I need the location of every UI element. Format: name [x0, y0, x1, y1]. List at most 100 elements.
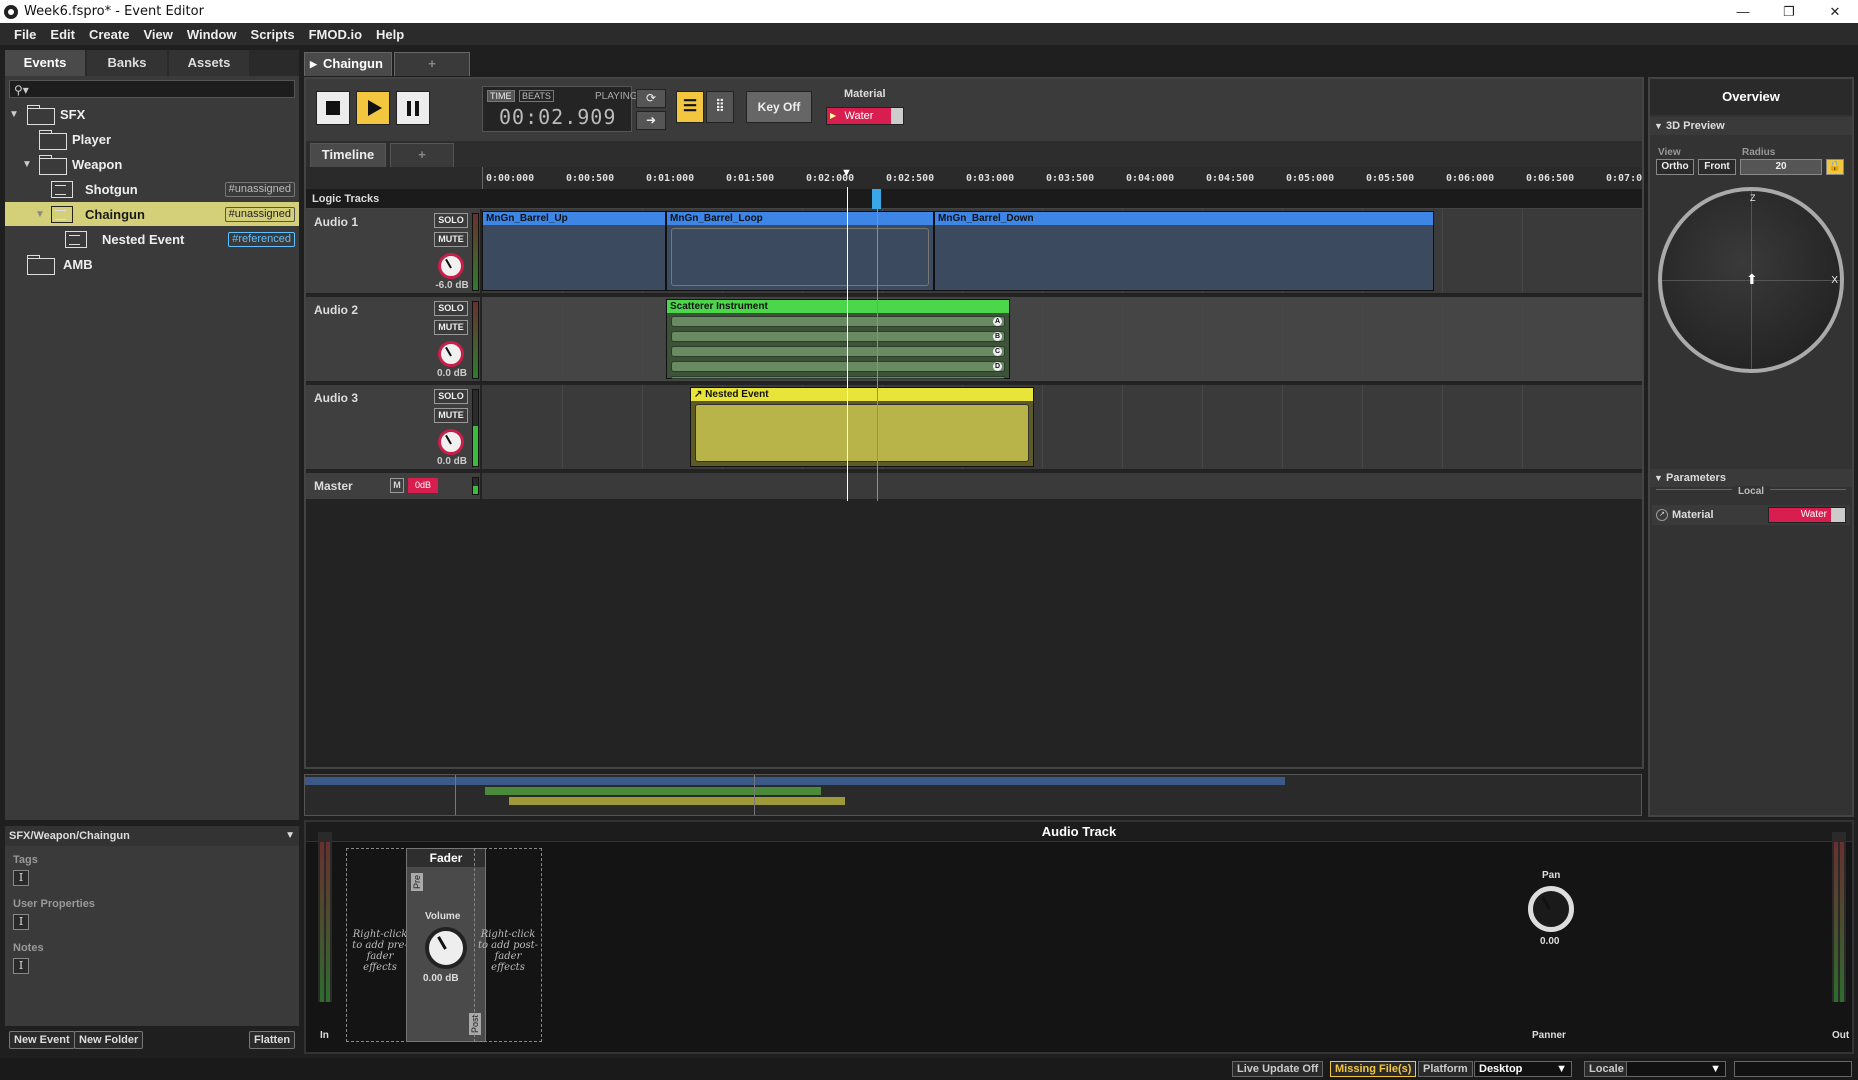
pause-button[interactable]	[396, 91, 430, 125]
tree-item-sfx[interactable]: ▼ SFX	[5, 102, 299, 126]
volume-knob[interactable]	[438, 253, 464, 279]
beats-mode-button[interactable]: BEATS	[519, 90, 554, 102]
new-folder-button[interactable]: New Folder	[74, 1031, 144, 1049]
region-nested-event[interactable]: ↗ Nested Event	[690, 387, 1034, 467]
search-input[interactable]: ⚲▾	[9, 80, 295, 98]
mute-button[interactable]: MUTE	[434, 408, 468, 423]
parameter-row-material[interactable]: ↗ Material Water	[1652, 505, 1850, 525]
missing-files-button[interactable]: Missing File(s)	[1330, 1061, 1417, 1077]
list-view-icon[interactable]: ☰	[676, 91, 704, 123]
expand-triangle-icon[interactable]: ▼	[35, 209, 45, 220]
parameter-slider[interactable]: Water	[1768, 507, 1846, 523]
track-header-audio-1[interactable]: Audio 1 SOLO MUTE -6.0 dB	[306, 209, 480, 295]
notes-edit-icon[interactable]: I	[13, 958, 29, 974]
close-icon[interactable]: ✕	[1812, 0, 1858, 23]
solo-button[interactable]: SOLO	[434, 213, 468, 228]
menu-create[interactable]: Create	[89, 27, 129, 42]
add-tab-button[interactable]: +	[394, 52, 470, 76]
loop-icon[interactable]: ⟳	[636, 89, 666, 108]
track-header-audio-2[interactable]: Audio 2 SOLO MUTE 0.0 dB	[306, 297, 480, 383]
tree-item-weapon[interactable]: ▼ Weapon	[5, 152, 299, 176]
solo-button[interactable]: SOLO	[434, 389, 468, 404]
menu-edit[interactable]: Edit	[50, 27, 75, 42]
region-barrel-down[interactable]: MnGn_Barrel_Down	[934, 211, 1434, 291]
live-update-button[interactable]: Live Update Off	[1232, 1061, 1324, 1077]
mute-button[interactable]: MUTE	[434, 320, 468, 335]
parameter-icon: ↗	[1656, 509, 1668, 521]
material-parameter-control[interactable]: Water	[826, 107, 904, 125]
menu-help[interactable]: Help	[376, 27, 404, 42]
grid-view-icon[interactable]: ⦙⦙	[706, 91, 734, 123]
time-mode-button[interactable]: TIME	[487, 90, 515, 102]
tags-edit-icon[interactable]: I	[13, 870, 29, 886]
key-off-button[interactable]: Key Off	[746, 91, 812, 123]
play-button[interactable]	[356, 91, 390, 125]
user-properties-edit-icon[interactable]: I	[13, 914, 29, 930]
menu-scripts[interactable]: Scripts	[251, 27, 295, 42]
flatten-button[interactable]: Flatten	[249, 1031, 296, 1049]
restore-icon[interactable]: ❐	[1766, 0, 1812, 23]
parameter-cursor[interactable]	[877, 189, 878, 501]
pan-knob[interactable]	[1528, 886, 1574, 932]
post-fader-slot[interactable]: Right-click to add post-fader effects	[474, 848, 542, 1042]
add-parameter-tab-button[interactable]: +	[390, 143, 454, 167]
radius-input[interactable]: 20	[1740, 159, 1822, 175]
section-parameters[interactable]: ▼ Parameters	[1650, 469, 1852, 487]
tree-item-amb[interactable]: AMB	[5, 252, 299, 276]
playhead[interactable]	[847, 187, 848, 501]
ruler-label: 0:04:000	[1126, 173, 1175, 184]
platform-select[interactable]: Desktop ▼	[1474, 1061, 1572, 1077]
region-scatterer-instrument[interactable]: Scatterer Instrument A B C D	[666, 299, 1010, 379]
track-lane-audio-2[interactable]: Scatterer Instrument A B C D	[482, 297, 1642, 383]
track-lane-audio-3[interactable]: ↗ Nested Event	[482, 385, 1642, 471]
tab-chaingun[interactable]: ▶ Chaingun	[304, 52, 392, 76]
meter-level	[320, 842, 324, 1002]
playhead-marker-icon[interactable]: ▼	[841, 167, 852, 179]
locale-select[interactable]: ▼	[1626, 1061, 1726, 1077]
timeline-overview[interactable]	[304, 774, 1642, 816]
master-volume-control[interactable]: 0dB	[408, 478, 438, 493]
overview-viewport[interactable]	[455, 775, 755, 815]
menu-window[interactable]: Window	[187, 27, 237, 42]
follow-icon[interactable]: ➜	[636, 111, 666, 130]
mute-button[interactable]: MUTE	[434, 232, 468, 247]
ortho-button[interactable]: Ortho	[1656, 159, 1694, 175]
solo-button[interactable]: SOLO	[434, 301, 468, 316]
lock-icon[interactable]: 🔒	[1826, 159, 1844, 175]
chevron-down-icon[interactable]: ▼	[285, 826, 295, 846]
menu-file[interactable]: File	[14, 27, 36, 42]
parameter-name: Material	[1672, 509, 1714, 521]
tree-item-shotgun[interactable]: Shotgun #unassigned	[5, 177, 299, 201]
volume-knob[interactable]	[438, 429, 464, 455]
expand-triangle-icon[interactable]: ▼	[9, 109, 19, 120]
3d-preview-sphere[interactable]: Z X ⬆	[1658, 187, 1844, 373]
status-extra-field[interactable]	[1734, 1061, 1852, 1077]
tree-item-nested-event[interactable]: Nested Event #referenced	[5, 227, 299, 251]
stop-button[interactable]	[316, 91, 350, 125]
minimize-icon[interactable]: —	[1720, 0, 1766, 23]
tab-events[interactable]: Events	[5, 50, 85, 76]
track-header-master[interactable]: Master M 0dB	[306, 473, 480, 499]
fader-volume-knob[interactable]	[425, 927, 467, 969]
master-mute-button[interactable]: M	[390, 478, 404, 493]
listener-icon[interactable]: ⬆	[1746, 271, 1758, 288]
volume-knob[interactable]	[438, 341, 464, 367]
track-header-audio-3[interactable]: Audio 3 SOLO MUTE 0.0 dB	[306, 385, 480, 471]
tab-timeline[interactable]: Timeline	[310, 143, 386, 167]
tree-item-chaingun[interactable]: ▼ Chaingun #unassigned	[5, 202, 299, 226]
time-ruler[interactable]: 0:00:000 0:00:500 0:01:000 0:01:500 0:02…	[306, 167, 1642, 189]
section-3d-preview[interactable]: ▼ 3D Preview	[1650, 117, 1852, 135]
tab-banks[interactable]: Banks	[87, 50, 167, 76]
track-lane-audio-1[interactable]: MnGn_Barrel_Up MnGn_Barrel_Loop MnGn_Bar…	[482, 209, 1642, 295]
new-event-button[interactable]: New Event	[9, 1031, 75, 1049]
tree-item-player[interactable]: Player	[5, 127, 299, 151]
meter-level	[473, 214, 478, 290]
menu-fmodio[interactable]: FMOD.io	[309, 27, 362, 42]
menu-view[interactable]: View	[143, 27, 172, 42]
tab-assets[interactable]: Assets	[169, 50, 249, 76]
front-button[interactable]: Front	[1698, 159, 1736, 175]
pre-fader-slot[interactable]: Right-click to add pre-fader effects	[346, 848, 414, 1042]
region-barrel-up[interactable]: MnGn_Barrel_Up	[482, 211, 666, 291]
region-barrel-loop[interactable]: MnGn_Barrel_Loop	[666, 211, 934, 291]
expand-triangle-icon[interactable]: ▼	[22, 159, 32, 170]
